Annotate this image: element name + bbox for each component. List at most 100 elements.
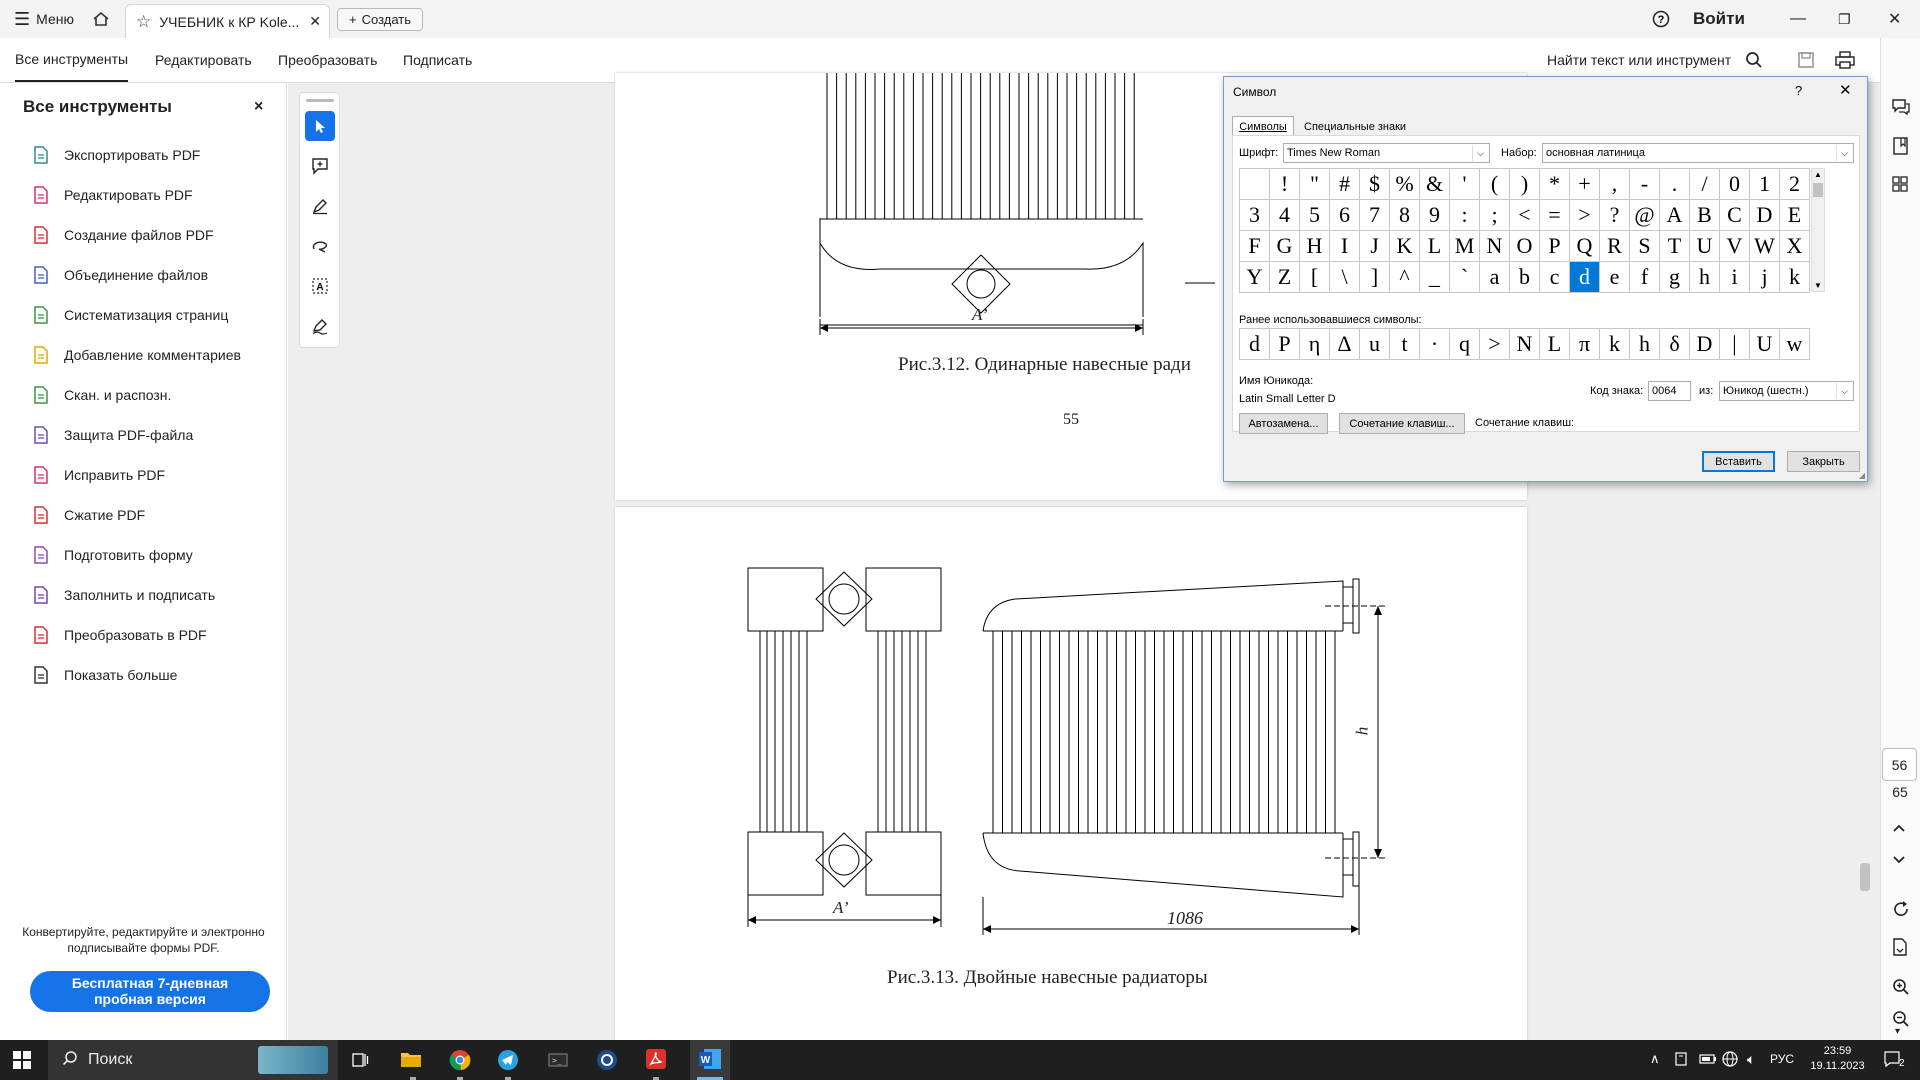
symbol-cell[interactable]: i: [1720, 262, 1750, 293]
chrome-icon[interactable]: [449, 1049, 471, 1076]
task-view-icon[interactable]: [351, 1051, 369, 1074]
terminal-app-icon[interactable]: >_: [547, 1049, 569, 1076]
comments-panel-icon[interactable]: [1891, 98, 1911, 121]
symbol-cell[interactable]: ^: [1390, 262, 1420, 293]
symbol-cell[interactable]: 7: [1360, 200, 1390, 231]
symbol-cell[interactable]: F: [1240, 231, 1270, 262]
symbol-cell[interactable]: /: [1690, 169, 1720, 200]
symbol-cell[interactable]: R: [1600, 231, 1630, 262]
symbol-cell[interactable]: \: [1330, 262, 1360, 293]
symbol-cell[interactable]: .: [1660, 169, 1690, 200]
symbol-cell[interactable]: >: [1570, 200, 1600, 231]
symbol-cell[interactable]: C: [1720, 200, 1750, 231]
battery-icon[interactable]: [1699, 1051, 1717, 1072]
bookmarks-icon[interactable]: [1892, 137, 1910, 160]
recent-symbol-cell[interactable]: t: [1390, 329, 1420, 360]
drag-handle[interactable]: [306, 99, 334, 102]
close-tab-icon[interactable]: ✕: [309, 13, 321, 30]
symbol-cell[interactable]: 8: [1390, 200, 1420, 231]
star-icon[interactable]: ☆: [136, 12, 151, 32]
symbol-cell[interactable]: =: [1540, 200, 1570, 231]
symbol-cell[interactable]: #: [1330, 169, 1360, 200]
recent-symbol-cell[interactable]: δ: [1660, 329, 1690, 360]
restore-icon[interactable]: ❐: [1838, 0, 1851, 38]
symbol-cell[interactable]: !: [1270, 169, 1300, 200]
symbol-grid-scrollbar[interactable]: ▲ ▼: [1811, 168, 1825, 292]
recent-symbol-cell[interactable]: >: [1480, 329, 1510, 360]
file-explorer-icon[interactable]: [400, 1049, 422, 1074]
encoding-dropdown-icon[interactable]: ⌵: [1836, 383, 1852, 399]
text-box-icon[interactable]: A: [305, 271, 335, 301]
autocorrect-button[interactable]: Автозамена...: [1239, 413, 1328, 434]
symbol-cell-selected[interactable]: d: [1570, 262, 1600, 293]
symbol-cell[interactable]: T: [1660, 231, 1690, 262]
vertical-scrollbar-thumb[interactable]: [1860, 863, 1870, 891]
tool-item-10[interactable]: Подготовить форму: [32, 540, 193, 570]
symbol-cell[interactable]: V: [1720, 231, 1750, 262]
symbol-cell[interactable]: &: [1420, 169, 1450, 200]
tool-item-5[interactable]: Добавление комментариев: [32, 340, 241, 370]
tab-special-chars[interactable]: Специальные знаки: [1300, 118, 1410, 136]
tool-item-13[interactable]: Показать больше: [32, 660, 177, 690]
symbol-cell[interactable]: h: [1690, 262, 1720, 293]
symbol-cell[interactable]: +: [1570, 169, 1600, 200]
recent-symbol-cell[interactable]: |: [1720, 329, 1750, 360]
symbol-cell[interactable]: ;: [1480, 200, 1510, 231]
symbol-cell[interactable]: k: [1780, 262, 1810, 293]
dialog-close-icon[interactable]: ✕: [1839, 81, 1852, 99]
scroll-thumb[interactable]: [1813, 183, 1823, 197]
recent-symbol-cell[interactable]: η: [1300, 329, 1330, 360]
recent-symbols-grid[interactable]: d Pη Δu t · q > N Lπ k h δ D | Uw: [1239, 328, 1810, 360]
recent-symbol-cell[interactable]: Δ: [1330, 329, 1360, 360]
symbol-cell[interactable]: %: [1390, 169, 1420, 200]
tool-item-11[interactable]: Заполнить и подписать: [32, 580, 215, 610]
symbol-cell[interactable]: 0: [1720, 169, 1750, 200]
recent-symbol-cell[interactable]: π: [1570, 329, 1600, 360]
symbol-cell[interactable]: Y: [1240, 262, 1270, 293]
remote-desktop-icon[interactable]: [596, 1049, 618, 1076]
volume-icon[interactable]: 🔈︎: [1747, 1051, 1755, 1068]
rotate-icon[interactable]: [1892, 900, 1910, 923]
tool-item-4[interactable]: Систематизация страниц: [32, 300, 228, 330]
page-up-icon[interactable]: [1892, 820, 1906, 836]
symbol-cell[interactable]: ?: [1600, 200, 1630, 231]
symbol-cell[interactable]: W: [1750, 231, 1780, 262]
tool-item-12[interactable]: Преобразовать в PDF: [32, 620, 207, 650]
font-select[interactable]: Times New Roman ⌵: [1283, 143, 1490, 163]
tab-symbols[interactable]: Символы: [1232, 116, 1294, 136]
symbol-cell[interactable]: _: [1420, 262, 1450, 293]
window-close-icon[interactable]: ✕: [1888, 0, 1901, 38]
symbol-cell[interactable]: *: [1540, 169, 1570, 200]
recent-symbol-cell[interactable]: h: [1630, 329, 1660, 360]
scroll-down-arrow-icon[interactable]: ▾: [1895, 1026, 1900, 1037]
symbol-cell[interactable]: H: [1300, 231, 1330, 262]
tool-item-3[interactable]: Объединение файлов: [32, 260, 208, 290]
symbol-cell[interactable]: P: [1540, 231, 1570, 262]
telegram-icon[interactable]: [497, 1049, 519, 1076]
minimize-icon[interactable]: —: [1790, 0, 1806, 38]
close-button[interactable]: Закрыть: [1787, 451, 1860, 472]
symbol-cell[interactable]: I: [1330, 231, 1360, 262]
symbol-cell[interactable]: 4: [1270, 200, 1300, 231]
symbol-cell[interactable]: (: [1480, 169, 1510, 200]
menu-button[interactable]: ☰ Меню: [14, 0, 74, 38]
subset-select[interactable]: основная латиница ⌵: [1542, 143, 1854, 163]
symbol-grid[interactable]: ! " # $% & '() * +, -./0 1 2 3 4 5 6 7 8 9:; < = >? @ A B C D E F G H…: [1239, 168, 1810, 293]
symbol-cell[interactable]: A: [1660, 200, 1690, 231]
current-page-input[interactable]: 56: [1882, 748, 1917, 781]
recent-symbol-cell[interactable]: k: [1600, 329, 1630, 360]
tray-expand-icon[interactable]: ∧: [1650, 1051, 1660, 1067]
clock[interactable]: 23:59 19.11.2023: [1800, 1044, 1875, 1074]
tool-item-0[interactable]: Экспортировать PDF: [32, 140, 200, 170]
symbol-cell[interactable]: [: [1300, 262, 1330, 293]
zoom-in-icon[interactable]: [1892, 978, 1910, 1001]
select-tool-icon[interactable]: [305, 111, 335, 141]
free-trial-button[interactable]: Бесплатная 7-дневная пробная версия: [30, 971, 270, 1012]
symbol-cell[interactable]: G: [1270, 231, 1300, 262]
symbol-cell[interactable]: ,: [1600, 169, 1630, 200]
subset-dropdown-icon[interactable]: ⌵: [1836, 145, 1852, 161]
help-icon[interactable]: ?: [1652, 0, 1670, 38]
tool-item-8[interactable]: Исправить PDF: [32, 460, 165, 490]
globe-network-icon[interactable]: [1722, 1051, 1738, 1072]
tool-item-7[interactable]: Защита PDF-файла: [32, 420, 193, 450]
